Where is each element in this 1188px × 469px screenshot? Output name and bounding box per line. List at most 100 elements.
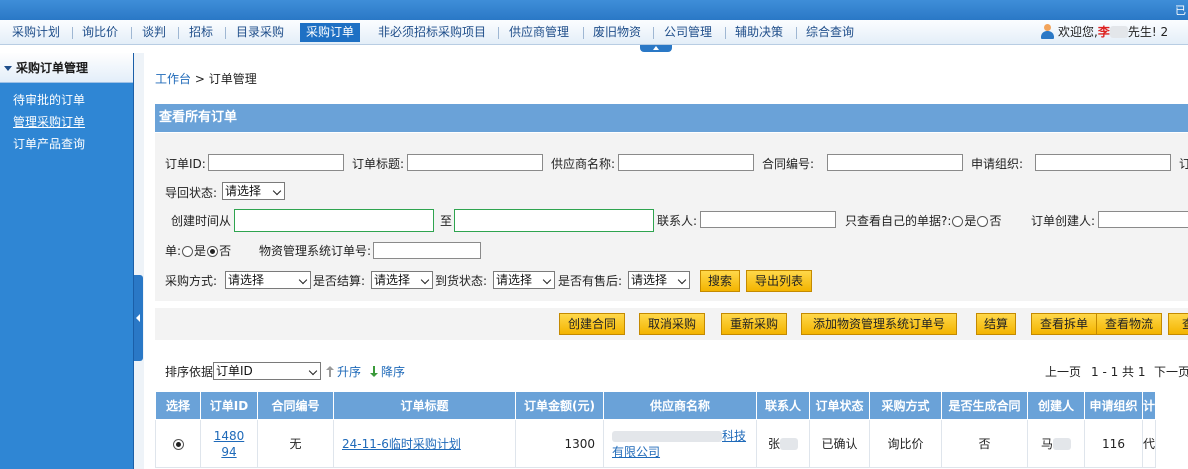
more-query-button[interactable]: 查 [1168, 313, 1188, 335]
material-sys-no-label: 物资管理系统订单号: [259, 244, 372, 258]
created-to-input[interactable] [454, 209, 654, 232]
apply-org-label: 申请组织: [971, 157, 1024, 171]
create-contract-button[interactable]: 创建合同 [559, 313, 625, 335]
order-id-label: 订单ID: [165, 157, 206, 171]
apply-org-input[interactable] [1035, 154, 1171, 171]
repurchase-button[interactable]: 重新采购 [721, 313, 787, 335]
nav-item-negotiation[interactable]: 谈判 [142, 23, 166, 42]
col-header-title: 订单标题 [333, 391, 516, 420]
contact-cell: 张 [756, 419, 810, 468]
nav-item-price-inquiry[interactable]: 询比价 [82, 23, 118, 42]
supplier-name-input[interactable] [618, 154, 754, 171]
arrival-status-label: 到货状态: [435, 274, 488, 288]
nav-item-purchase-order[interactable]: 采购订单 [300, 23, 361, 42]
sidebar-item-order-products[interactable]: 订单产品查询 [0, 133, 133, 155]
return-status-select[interactable]: 请选择 [222, 182, 285, 200]
return-status-label: 导回状态: [165, 186, 218, 200]
order-title-input[interactable] [407, 154, 543, 171]
breadcrumb-home-link[interactable]: 工作台 [155, 72, 191, 86]
after-sale-label: 是否有售后: [558, 274, 623, 288]
action-bar: 创建合同 取消采购 重新采购 添加物资管理系统订单号 结算 查看拆单 查看物流 … [155, 308, 1188, 340]
supplier-name-label: 供应商名称: [551, 157, 616, 171]
user-trailing: 2 [1160, 25, 1169, 39]
search-button[interactable]: 搜索 [700, 270, 740, 292]
cut-off-label: 订 [1179, 157, 1188, 171]
view-logistics-button[interactable]: 查看物流 [1096, 313, 1162, 335]
prev-page-link[interactable]: 上一页 [1045, 363, 1081, 380]
table-row[interactable]: 148094 无 24-11-6临时采购计划 1300 科技有限公司 张 已确认… [155, 419, 1157, 468]
arrow-up-icon [326, 366, 334, 377]
split-order-yes-radio[interactable] [182, 246, 194, 257]
settled-select[interactable]: 请选择 [371, 271, 433, 289]
sort-field-select[interactable]: 订单ID [213, 362, 321, 380]
col-header-supplier: 供应商名称 [603, 391, 757, 420]
created-from-input[interactable] [234, 209, 434, 232]
chevron-down-icon [4, 66, 12, 71]
sidebar-item-manage-orders[interactable]: 管理采购订单 [0, 111, 133, 133]
order-title-link[interactable]: 24-11-6临时采购计划 [342, 437, 461, 451]
add-material-sys-no-button[interactable]: 添加物资管理系统订单号 [801, 313, 957, 335]
sort-asc[interactable]: 升序 [326, 363, 361, 380]
next-page-link[interactable]: 下一页 [1154, 363, 1188, 380]
export-list-button[interactable]: 导出列表 [746, 270, 812, 292]
sort-asc-link[interactable]: 升序 [337, 365, 361, 379]
nav-item-catalog-purchase[interactable]: 目录采购 [236, 23, 284, 42]
supplier-cell: 科技有限公司 [603, 419, 757, 468]
row-select-radio[interactable] [172, 438, 184, 450]
nav-item-decision-support[interactable]: 辅助决策 [735, 23, 783, 42]
sidebar-header[interactable]: 采购订单管理 [0, 53, 133, 83]
order-id-input[interactable] [208, 154, 344, 171]
contract-no-cell: 无 [257, 419, 334, 468]
user-suffix: 先生! [1127, 25, 1157, 39]
contact-value: 张 [767, 437, 780, 451]
only-mine-yes-label: 是 [964, 214, 977, 228]
after-sale-select[interactable]: 请选择 [628, 271, 690, 289]
cut-cell: 代 [1141, 419, 1157, 468]
col-header-org: 申请组织 [1084, 391, 1143, 420]
view-split-button[interactable]: 查看拆单 [1031, 313, 1097, 335]
sidebar-item-pending-orders[interactable]: 待审批的订单 [0, 89, 133, 111]
contract-no-input[interactable] [827, 154, 963, 171]
nav-item-supplier-management[interactable]: 供应商管理 [509, 23, 569, 42]
orders-table: 选择 订单ID 合同编号 订单标题 订单金额(元) 供应商名称 联系人 订单状态… [155, 391, 1157, 468]
order-id-link[interactable]: 148094 [211, 428, 247, 460]
only-mine-no-label: 否 [989, 214, 1002, 228]
redacted-block [1053, 438, 1071, 450]
col-header-contract-generated: 是否生成合同 [941, 391, 1028, 420]
sort-label: 排序依据 [165, 365, 214, 379]
collapse-header-toggle-icon[interactable] [640, 45, 672, 52]
order-title-label: 订单标题: [352, 157, 405, 171]
creator-input[interactable] [1098, 211, 1188, 228]
breadcrumb: 工作台 > 订单管理 [155, 70, 257, 87]
org-cell: 116 [1084, 419, 1143, 468]
sidebar-collapse-icon[interactable] [134, 275, 143, 361]
sort-desc[interactable]: 降序 [370, 363, 405, 380]
only-mine-yes-radio[interactable] [952, 216, 964, 227]
split-order-no-radio[interactable] [207, 246, 219, 257]
nav-item-non-tender-project[interactable]: 非必须招标采购项目 [378, 23, 486, 42]
settle-button[interactable]: 结算 [976, 313, 1016, 335]
nav-item-tender[interactable]: 招标 [189, 23, 213, 42]
only-mine-no-radio[interactable] [977, 216, 989, 227]
purchase-method-label: 采购方式: [165, 274, 218, 288]
nav-item-scrap-materials[interactable]: 废旧物资 [593, 23, 641, 42]
col-header-order-id: 订单ID [200, 391, 258, 420]
redacted-block [1109, 26, 1128, 38]
contact-input[interactable] [700, 211, 836, 228]
col-header-contact: 联系人 [756, 391, 810, 420]
arrival-status-select[interactable]: 请选择 [493, 271, 555, 289]
nav-item-company-management[interactable]: 公司管理 [664, 23, 712, 42]
sidebar-title: 采购订单管理 [16, 61, 89, 75]
cancel-purchase-button[interactable]: 取消采购 [639, 313, 705, 335]
filter-panel: 订单ID: 订单标题: 供应商名称: 合同编号: 申请组织: 订 导回状态: 请… [155, 133, 1188, 301]
nav-item-purchase-plan[interactable]: 采购计划 [12, 23, 60, 42]
material-sys-no-input[interactable] [373, 242, 481, 259]
user-name[interactable]: 李 [1098, 25, 1110, 39]
arrow-down-icon [370, 366, 378, 377]
top-strip: 已 [0, 0, 1188, 20]
nav-item-comprehensive-query[interactable]: 综合查询 [806, 23, 854, 42]
sort-bar: 排序依据 订单ID 升序 降序 上一页 1 - 1 共 1 下一页 [155, 360, 1188, 382]
purchase-method-select[interactable]: 请选择 [225, 271, 311, 289]
row-select-cell [155, 419, 201, 468]
sort-desc-link[interactable]: 降序 [381, 365, 405, 379]
